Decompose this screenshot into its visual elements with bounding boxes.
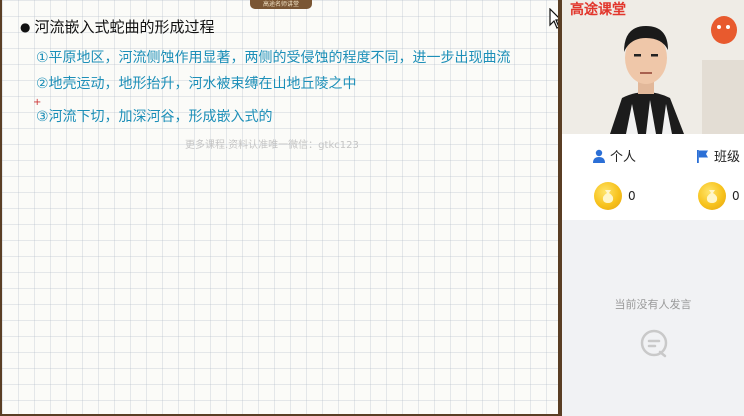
- no-speaker-message: 当前没有人发言: [614, 298, 692, 311]
- whiteboard: 高途名师讲堂 ● 河流嵌入式蛇曲的形成过程 ①平原地区，河流侧蚀作用显著，两侧的受…: [2, 0, 558, 414]
- teacher-figure: [562, 0, 744, 134]
- bullet-icon: ●: [20, 20, 31, 34]
- tab-class-label: 班级: [714, 150, 741, 165]
- person-score: 0: [594, 182, 636, 210]
- side-panel: 高途课堂 个人 班级 0 0 当前没有人发言: [562, 0, 744, 416]
- top-tab-label: 高途名师讲堂: [250, 0, 312, 9]
- chat-empty-icon: [640, 329, 668, 358]
- watermark-text: 更多课程.资料认准唯一微信：gtkc123: [185, 140, 359, 151]
- tab-person[interactable]: 个人: [592, 146, 636, 165]
- coin-icon: [594, 182, 622, 210]
- tab-area: 个人 班级 0 0: [562, 134, 744, 220]
- brand-logo-text: 高途课堂: [570, 2, 626, 18]
- person-icon: [593, 149, 605, 163]
- note-line-2: ②地壳运动，地形抬升，河水被束缚在山地丘陵之中: [36, 76, 357, 92]
- class-score-value: 0: [732, 189, 740, 203]
- tab-person-label: 个人: [610, 150, 637, 165]
- note-line-3: ③河流下切，加深河谷，形成嵌入式的: [36, 109, 273, 125]
- lesson-heading: ● 河流嵌入式蛇曲的形成过程: [20, 16, 215, 37]
- class-score: 0: [698, 182, 740, 210]
- note-line-1: ①平原地区，河流侧蚀作用显著，两侧的受侵蚀的程度不同，进一步出现曲流: [36, 50, 511, 66]
- heading-text: 河流嵌入式蛇曲的形成过程: [34, 18, 215, 36]
- teacher-video: 高途课堂: [562, 0, 744, 134]
- person-score-value: 0: [628, 189, 636, 203]
- flag-icon: [697, 149, 708, 163]
- mouse-cursor-icon: [549, 8, 558, 29]
- coin-icon: [698, 182, 726, 210]
- tab-class[interactable]: 班级: [696, 146, 740, 165]
